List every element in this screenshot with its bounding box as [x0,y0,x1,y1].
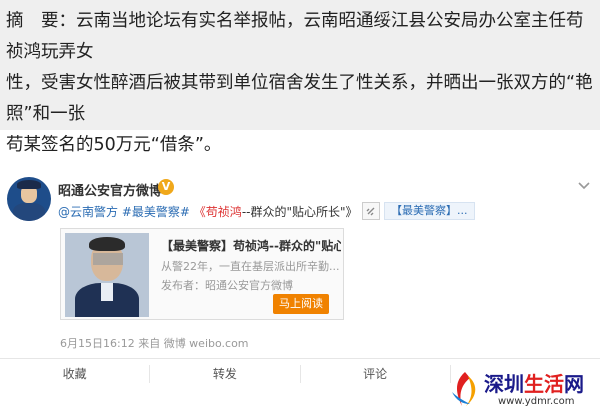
tag-pill[interactable]: 【最美警察】... [384,202,475,220]
preview-publisher: 发布者：昭通公安官方微博 [161,279,293,292]
watermark-title-3: 网 [564,372,584,396]
repost-button[interactable]: 转发 [150,365,301,383]
link-icon [362,202,380,220]
post-timestamp[interactable]: 6月15日16:12 来自 微博 weibo.com [60,335,249,351]
watermark: 深圳生活网 www.ydmr.com [448,366,598,412]
mention-link[interactable]: @云南警方 [58,205,118,219]
favorite-button[interactable]: 收藏 [0,365,151,383]
summary-block: 摘 要：云南当地论坛有实名举报帖，云南昭通绥江县公安局办公室主任苟祯鸿玩弄女 性… [0,0,600,155]
preview-description: 从警22年，一直在基层派出所辛勤... [161,260,340,273]
summary-label: 摘 要： [6,11,76,31]
tag-area: 【最美警察】... [362,201,475,221]
article-title-link[interactable]: 《苟祯鸿 [194,205,242,219]
watermark-logo-icon [452,372,476,406]
summary-text-1: 云南当地论坛有实名举报帖，云南昭通绥江县公安局办公室主任苟祯鸿玩弄女 [6,11,584,62]
avatar-body [13,203,45,221]
article-thumbnail [65,233,149,317]
post-text: @云南警方 #最美警察# 《苟祯鸿--群众的"贴心所长"》 [58,203,358,220]
article-preview-card[interactable]: 【最美警察】苟祯鸿--群众的"贴心... 从警22年，一直在基层派出所辛勤...… [60,228,344,320]
post-username[interactable]: 昭通公安官方微博 [58,180,162,199]
summary-line-3: 苟某签名的50万元“借条”。 [6,135,222,155]
comment-button[interactable]: 评论 [301,365,451,383]
thumbnail-mosaic [93,253,123,265]
watermark-url: www.ydmr.com [498,396,575,407]
watermark-title-1: 深圳 [484,372,524,396]
thumbnail-hair [89,237,125,251]
hashtag-link[interactable]: #最美警察# [122,205,190,219]
watermark-title-2: 生活 [524,372,564,396]
article-title-rest: --群众的"贴心所长"》 [241,205,358,219]
verified-icon: V [158,179,174,195]
avatar-cap [17,180,41,189]
read-now-button[interactable]: 马上阅读 [273,294,329,314]
summary-line-1: 摘 要：云南当地论坛有实名举报帖，云南昭通绥江县公安局办公室主任苟祯鸿玩弄女 [6,6,594,68]
summary-line-2: 性，受害女性醉酒后被其带到单位宿舍发生了性关系，并晒出一张双方的“艳照”和一张 [6,73,593,124]
chevron-down-icon[interactable] [578,178,590,194]
watermark-title: 深圳生活网 [484,368,584,397]
thumbnail-collar [101,283,113,301]
avatar[interactable] [7,177,51,221]
preview-title[interactable]: 【最美警察】苟祯鸿--群众的"贴心... [161,237,341,254]
